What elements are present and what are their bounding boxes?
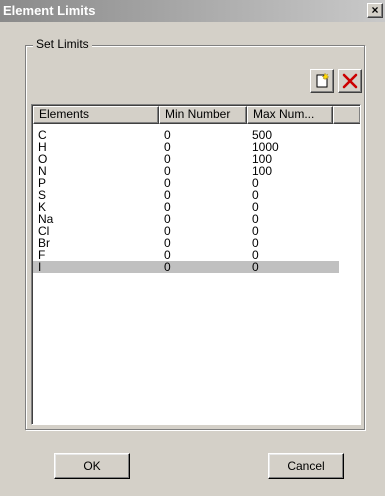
delete-element-button[interactable] bbox=[338, 69, 362, 93]
table-row[interactable]: O 0 100 bbox=[33, 153, 339, 165]
cancel-button[interactable]: Cancel bbox=[268, 453, 344, 479]
table-row[interactable]: P00 bbox=[33, 177, 339, 189]
delete-x-icon bbox=[342, 73, 358, 89]
max-number-cell: 0 bbox=[252, 260, 259, 274]
close-icon: × bbox=[371, 3, 379, 17]
list-header: Elements Min Number Max Num... bbox=[33, 106, 360, 124]
table-row[interactable]: S00 bbox=[33, 189, 339, 201]
window-title: Element Limits bbox=[3, 3, 96, 18]
table-row[interactable]: Br 0 0 bbox=[33, 237, 339, 249]
title-bar: Element Limits bbox=[0, 0, 385, 22]
column-header-elements[interactable]: Elements bbox=[33, 106, 159, 124]
column-header-min-number[interactable]: Min Number bbox=[159, 106, 247, 124]
table-row[interactable]: H 0 1000 bbox=[33, 141, 339, 153]
table-row[interactable]: C 0 500 bbox=[33, 129, 339, 141]
close-button[interactable]: × bbox=[367, 3, 383, 18]
new-item-icon bbox=[316, 73, 330, 88]
element-cell: I bbox=[38, 260, 42, 274]
table-row[interactable]: I 0 0 bbox=[33, 261, 339, 273]
table-row[interactable]: F00 bbox=[33, 249, 339, 261]
table-row[interactable]: N 0 100 bbox=[33, 165, 339, 177]
column-header-max-number[interactable]: Max Num... bbox=[247, 106, 333, 124]
set-limits-label: Set Limits bbox=[33, 37, 92, 51]
table-row[interactable]: Na 0 0 bbox=[33, 213, 339, 225]
column-header-filler bbox=[333, 106, 360, 124]
element-limits-list[interactable]: Elements Min Number Max Num... C 0 500 H 0 10… bbox=[31, 104, 361, 425]
ok-button[interactable]: OK bbox=[54, 453, 130, 479]
new-element-button[interactable] bbox=[310, 69, 334, 93]
table-row[interactable]: K00 bbox=[33, 201, 339, 213]
table-row[interactable]: Cl 0 0 bbox=[33, 225, 339, 237]
min-number-cell: 0 bbox=[164, 260, 171, 274]
